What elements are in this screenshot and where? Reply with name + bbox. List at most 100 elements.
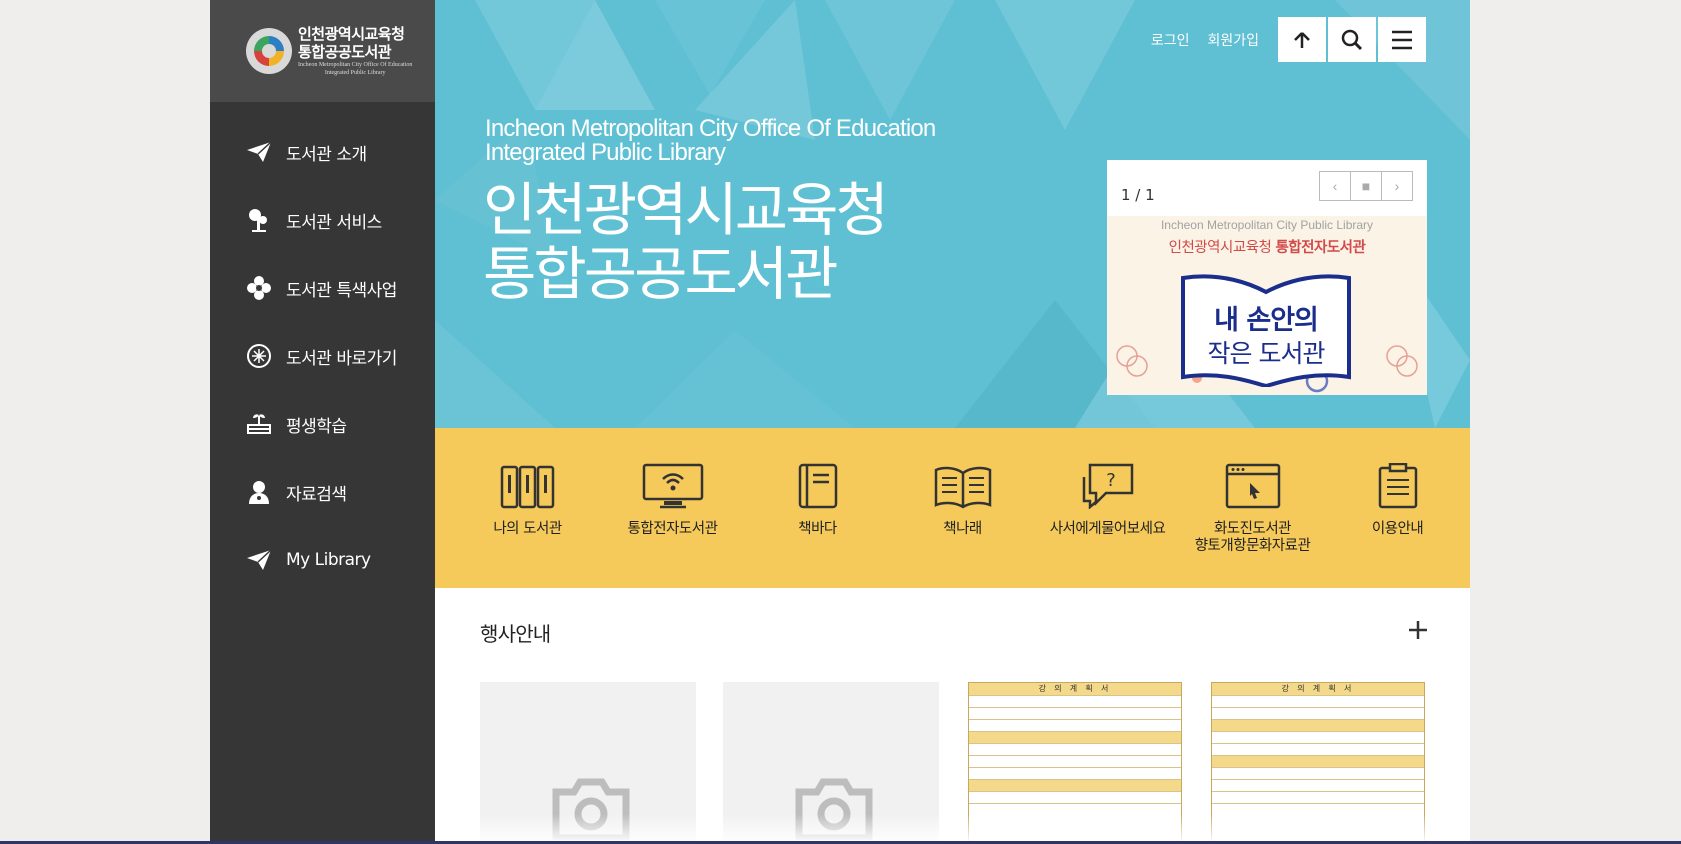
slide-banner[interactable]: Incheon Metropolitan City Public Library… <box>1107 216 1427 395</box>
sidebar-item-mylibrary[interactable]: My Library <box>210 526 435 594</box>
next-button[interactable]: › <box>1381 172 1412 200</box>
quick-link-guide[interactable]: 이용안내 <box>1325 428 1470 588</box>
sidebar-item-label: 자료검색 <box>286 484 347 505</box>
tree-icon <box>246 207 272 233</box>
clipboard-icon <box>1378 459 1418 509</box>
logo-english-1: Incheon Metropolitan City Office Of Educ… <box>298 62 413 68</box>
document-row <box>1212 743 1424 755</box>
hero-en-line2: Integrated Public Library <box>485 139 726 166</box>
document-row <box>969 779 1181 791</box>
document-row <box>969 755 1181 767</box>
document-row <box>1212 695 1424 707</box>
flower-icon <box>246 275 272 301</box>
quick-link-label: 통합전자도서관 <box>627 521 718 537</box>
quick-link-e-library[interactable]: 통합전자도서관 <box>600 428 745 588</box>
books-icon <box>500 459 556 509</box>
events-section: 행사안내 강 의 계 획 서 강 의 계 획 서 <box>435 588 1470 844</box>
open-book-icon <box>933 459 993 509</box>
paper-plane-icon <box>246 547 272 573</box>
document-row <box>969 743 1181 755</box>
sidebar-item-search[interactable]: 자료검색 <box>210 458 435 526</box>
compass-icon <box>246 343 272 369</box>
svg-text:?: ? <box>1106 470 1116 491</box>
document-row <box>1212 791 1424 803</box>
sidebar-item-shortcut[interactable]: 도서관 바로가기 <box>210 322 435 390</box>
paper-plane-icon <box>246 139 272 165</box>
sidebar-item-special[interactable]: 도서관 특색사업 <box>210 254 435 322</box>
document-row <box>1212 767 1424 779</box>
quick-link-chaekbada[interactable]: 책바다 <box>745 428 890 588</box>
sidebar-item-about[interactable]: 도서관 소개 <box>210 118 435 186</box>
sidebar-item-label: My Library <box>286 550 371 570</box>
hero-english-title: Incheon Metropolitan City Office Of Educ… <box>485 115 936 166</box>
document-row <box>1212 707 1424 719</box>
quick-link-label: 나의 도서관 <box>493 521 562 537</box>
login-link[interactable]: 로그인 <box>1151 30 1190 50</box>
page: 인천광역시교육청 통합공공도서관 Incheon Metropolitan Ci… <box>210 0 1470 844</box>
main-menu: 도서관 소개 도서관 서비스 도서관 특색사업 도서관 바로가기 평생학습 자료… <box>210 102 435 594</box>
quick-link-label: 책나래 <box>943 521 982 537</box>
hero-ko-line1: 인천광역시교육청 <box>483 176 889 244</box>
hero-korean-title: 인천광역시교육청 통합공공도서관 <box>483 176 889 308</box>
sidebar-item-service[interactable]: 도서관 서비스 <box>210 186 435 254</box>
question-bubble-icon: ? <box>1080 459 1136 509</box>
document-row <box>969 731 1181 743</box>
hero-en-line1: Incheon Metropolitan City Office Of Educ… <box>485 115 936 142</box>
document-header: 강 의 계 획 서 <box>1212 683 1424 695</box>
site-logo[interactable]: 인천광역시교육청 통합공공도서관 Incheon Metropolitan Ci… <box>210 0 435 102</box>
document-row <box>969 767 1181 779</box>
bottom-fade <box>435 814 1470 844</box>
top-button[interactable] <box>1278 17 1326 62</box>
sidebar-item-label: 도서관 특색사업 <box>286 280 397 301</box>
quick-link-my-library[interactable]: 나의 도서관 <box>455 428 600 588</box>
quick-link-chaeknarae[interactable]: 책나래 <box>890 428 1035 588</box>
hero-banner: 로그인 회원가입 Incheon Metropolitan City Offic… <box>435 0 1470 428</box>
hero-ko-line2: 통합공공도서관 <box>483 240 839 308</box>
quick-link-ask-librarian[interactable]: ? 사서에게물어보세요 <box>1035 428 1180 588</box>
quick-link-label: 화도진도서관 향토개항문화자료관 <box>1194 521 1311 554</box>
sidebar-item-label: 도서관 소개 <box>286 144 367 165</box>
slide-counter: 1 / 1 <box>1121 186 1155 204</box>
top-buttons <box>1278 17 1426 62</box>
emblem-icon <box>246 28 292 74</box>
logo-text: 인천광역시교육청 통합공공도서관 Incheon Metropolitan Ci… <box>298 25 412 77</box>
document-header: 강 의 계 획 서 <box>969 683 1181 695</box>
book-sprout-icon <box>246 411 272 437</box>
document-row <box>1212 719 1424 731</box>
menu-icon <box>1392 30 1412 49</box>
logo-title: 인천광역시교육청 <box>298 25 405 43</box>
signup-link[interactable]: 회원가입 <box>1207 30 1259 50</box>
document-row <box>969 791 1181 803</box>
document-row <box>969 695 1181 707</box>
events-title: 행사안내 <box>480 622 551 646</box>
popup-slider: 1 / 1 ‹ ■ › Incheon Metropolitan City Pu… <box>1107 160 1427 395</box>
prev-button[interactable]: ‹ <box>1320 172 1350 200</box>
quick-link-label: 이용안내 <box>1371 521 1424 537</box>
browser-window-icon <box>1225 459 1281 509</box>
document-row <box>1212 779 1424 791</box>
stop-button[interactable]: ■ <box>1350 172 1381 200</box>
person-search-icon <box>246 479 272 505</box>
book-illustration: 내 손안의 작은 도서관 <box>1181 272 1351 387</box>
monitor-wifi-icon <box>642 459 704 509</box>
document-row <box>969 719 1181 731</box>
quick-link-label: 책바다 <box>798 521 837 537</box>
book-icon <box>798 459 838 509</box>
quick-link-label: 사서에게물어보세요 <box>1049 521 1166 537</box>
sidebar-item-label: 도서관 바로가기 <box>286 348 397 369</box>
plus-icon <box>1409 621 1427 639</box>
menu-button[interactable] <box>1378 17 1426 62</box>
search-button[interactable] <box>1328 17 1376 62</box>
document-row <box>1212 731 1424 743</box>
sidebar: 인천광역시교육청 통합공공도서관 Incheon Metropolitan Ci… <box>210 0 435 844</box>
sidebar-item-learning[interactable]: 평생학습 <box>210 390 435 458</box>
events-more-button[interactable] <box>1406 618 1430 642</box>
sidebar-item-label: 평생학습 <box>286 416 347 437</box>
slider-controls: ‹ ■ › <box>1319 171 1413 201</box>
document-row <box>1212 755 1424 767</box>
book-title-line2: 작은 도서관 <box>1207 339 1326 368</box>
sidebar-item-label: 도서관 서비스 <box>286 212 382 233</box>
logo-english-2: Integrated Public Library <box>324 70 386 76</box>
quick-link-hwadojin[interactable]: 화도진도서관 향토개항문화자료관 <box>1180 428 1325 588</box>
top-links: 로그인 회원가입 <box>1151 30 1259 50</box>
